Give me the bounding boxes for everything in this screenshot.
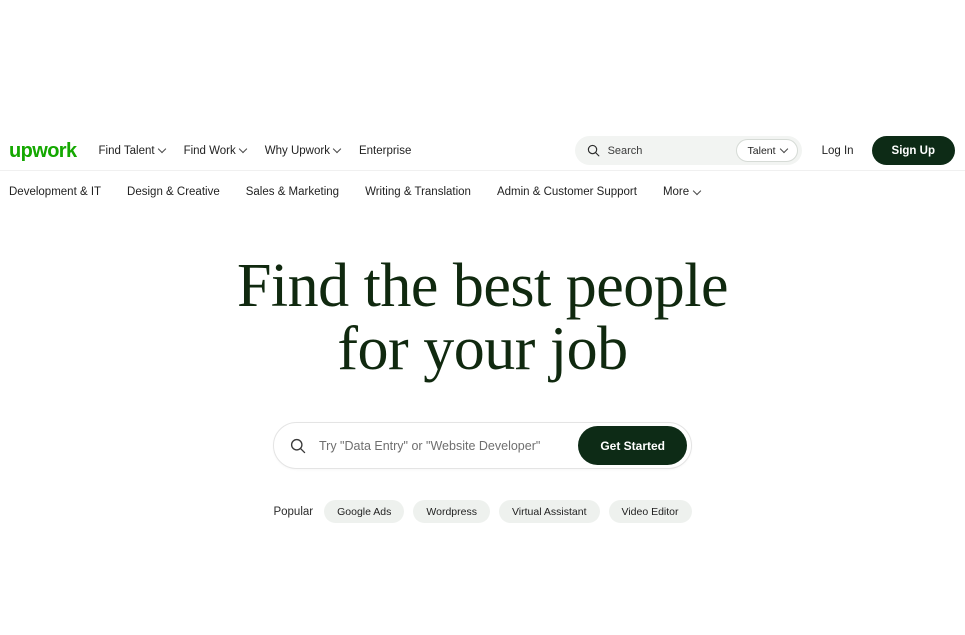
popular-tag-video-editor[interactable]: Video Editor [608,500,692,524]
category-development-it[interactable]: Development & IT [9,186,101,198]
popular-tag-google-ads[interactable]: Google Ads [324,500,405,524]
header-actions: Search Talent Log In Sign Up [574,136,955,165]
chevron-down-icon [694,188,701,195]
sign-up-button[interactable]: Sign Up [871,136,955,165]
nav-label: Why Upwork [264,144,330,157]
hero-section: Find the best people for your job Get St… [0,213,965,524]
header-search-bar[interactable]: Search Talent [574,136,802,165]
hero-title-line-2: for your job [337,315,628,384]
hero-search-bar[interactable]: Get Started [273,422,692,470]
search-icon [290,438,306,454]
chevron-down-icon [240,146,247,153]
nav-item-find-talent[interactable]: Find Talent [99,145,166,157]
get-started-button[interactable]: Get Started [578,426,687,466]
nav-item-enterprise[interactable]: Enterprise [359,145,411,157]
site-header: upwork Find Talent Find Work Why Upwork … [0,131,965,171]
category-navigation: Development & IT Design & Creative Sales… [0,171,965,213]
hero-search-input[interactable] [317,437,579,454]
page-title: Find the best people for your job [236,252,729,384]
search-scope-dropdown[interactable]: Talent [735,139,798,162]
nav-item-why-upwork[interactable]: Why Upwork [265,145,341,157]
popular-tag-wordpress[interactable]: Wordpress [413,500,490,524]
popular-tag-virtual-assistant[interactable]: Virtual Assistant [498,500,600,524]
upwork-homepage: upwork Find Talent Find Work Why Upwork … [0,0,965,635]
chevron-down-icon [781,146,788,153]
hero-title-line-1: Find the best people [236,252,729,320]
category-more[interactable]: More [663,186,701,198]
chevron-down-icon [159,146,166,153]
upwork-logo[interactable]: upwork [9,141,77,161]
top-blank-area [0,0,965,131]
primary-navigation: Find Talent Find Work Why Upwork Enterpr… [99,145,412,157]
category-sales-marketing[interactable]: Sales & Marketing [246,186,339,198]
search-icon [587,144,600,157]
category-more-label: More [662,186,690,198]
nav-label: Find Talent [98,144,155,157]
chevron-down-icon [334,146,341,153]
category-admin-customer-support[interactable]: Admin & Customer Support [497,186,637,198]
category-writing-translation[interactable]: Writing & Translation [365,186,471,198]
nav-item-find-work[interactable]: Find Work [184,145,247,157]
popular-searches: Popular Google Ads Wordpress Virtual Ass… [273,500,692,524]
popular-label: Popular [273,505,314,518]
nav-label: Find Work [183,144,236,157]
header-search-input[interactable]: Search [608,145,736,157]
log-in-link[interactable]: Log In [822,145,854,157]
nav-label: Enterprise [358,144,412,157]
search-scope-label: Talent [747,144,776,157]
category-design-creative[interactable]: Design & Creative [127,186,220,198]
